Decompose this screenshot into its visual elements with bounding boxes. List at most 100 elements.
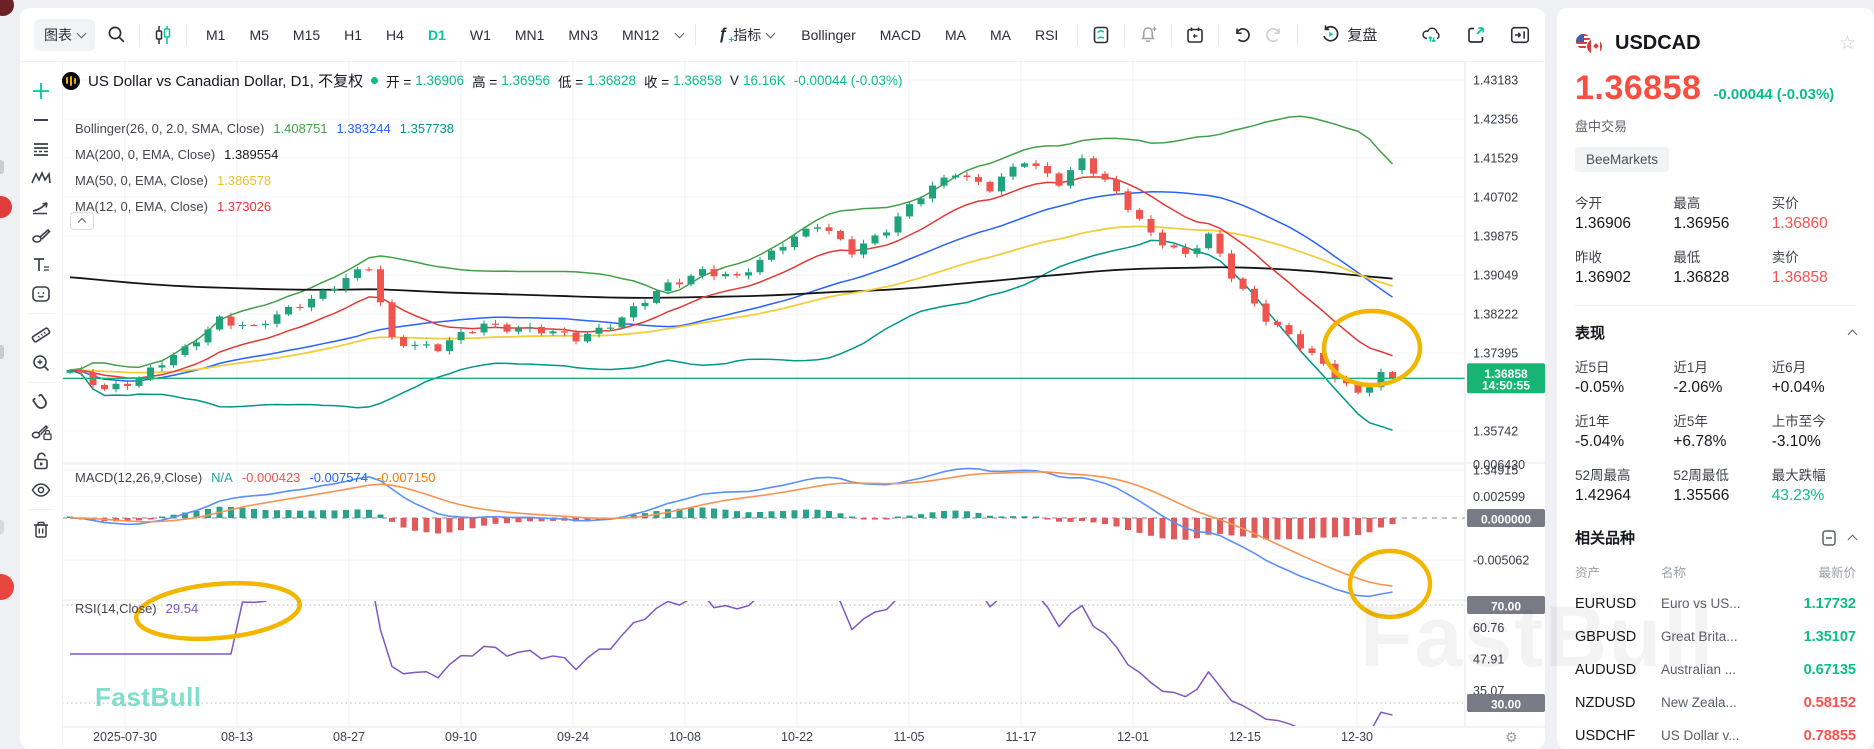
- perf-label: 近6月: [1772, 356, 1856, 376]
- legend-ma12[interactable]: MA(12, 0, EMA, Close) 1.373026: [75, 199, 271, 214]
- collapse-chevron-icon[interactable]: [1848, 534, 1858, 544]
- stat-label: 今开: [1575, 192, 1673, 212]
- perf-value: 1.35566: [1673, 487, 1771, 505]
- name: Australian ...: [1661, 662, 1778, 677]
- ruler-tool-icon[interactable]: [26, 319, 56, 348]
- perf-value: +0.04%: [1772, 379, 1856, 397]
- redo-icon[interactable]: [1263, 24, 1285, 46]
- legend-rsi[interactable]: RSI(14,Close) 29.54: [75, 601, 198, 616]
- magnet-tool-icon[interactable]: [26, 388, 56, 417]
- legend-ma200[interactable]: MA(200, 0, EMA, Close) 1.389554: [75, 147, 278, 162]
- timeframe-m5[interactable]: M5: [242, 22, 275, 48]
- collapse-chevron-icon[interactable]: [1848, 329, 1858, 339]
- timeframe-mn1[interactable]: MN1: [508, 22, 552, 48]
- external-link-icon[interactable]: [1465, 24, 1487, 46]
- indicator-shortcut-bollinger[interactable]: Bollinger: [794, 22, 862, 48]
- timeframe-m15[interactable]: M15: [286, 22, 327, 48]
- alert-bell-icon[interactable]: [1137, 24, 1159, 46]
- stat-label: 卖价: [1772, 246, 1856, 266]
- legend-macd[interactable]: MACD(12,26,9,Close) N/A -0.000423 -0.007…: [75, 470, 436, 485]
- indicator-shortcut-ma2[interactable]: MA: [983, 22, 1018, 48]
- timeframe-m1[interactable]: M1: [199, 22, 232, 48]
- usdcad-flags-icon: [1575, 33, 1605, 55]
- col-last-price: 最新价: [1778, 562, 1856, 581]
- svg-text:1.39875: 1.39875: [1473, 230, 1518, 244]
- zoom-in-tool-icon[interactable]: [26, 348, 56, 377]
- timeframe-mn12[interactable]: MN12: [615, 22, 666, 48]
- drawing-tools-sidebar: [20, 62, 63, 749]
- favorite-star-icon[interactable]: ☆: [1839, 32, 1856, 55]
- legend-collapse-button[interactable]: [70, 212, 94, 230]
- indicator-shortcut-rsi[interactable]: RSI: [1028, 22, 1065, 48]
- price: 1.35107: [1778, 629, 1856, 645]
- stat-value: 1.36828: [1673, 269, 1771, 287]
- sticker-tool-icon[interactable]: [26, 279, 56, 308]
- timeframe-h4[interactable]: H4: [379, 22, 411, 48]
- divider: [28, 382, 54, 383]
- svg-text:10-08: 10-08: [669, 730, 701, 744]
- svg-text:1.41529: 1.41529: [1473, 152, 1518, 166]
- annotation-ellipse: [1350, 551, 1430, 617]
- bollinger-label: Bollinger(26, 0, 2.0, SMA, Close): [75, 121, 264, 136]
- list-panel-icon[interactable]: [1821, 529, 1837, 547]
- timeframe-w1[interactable]: W1: [463, 22, 498, 48]
- svg-text:1.40702: 1.40702: [1473, 191, 1518, 205]
- related-row-usdchf[interactable]: USDCHF US Dollar v... 0.78855: [1575, 719, 1856, 749]
- cloud-sync-icon[interactable]: [1421, 24, 1443, 46]
- perf-value: +6.78%: [1673, 433, 1771, 451]
- hide-drawings-eye-icon[interactable]: [26, 475, 56, 504]
- open-label: 开 =: [386, 71, 411, 91]
- indicators-menu[interactable]: ƒ+ 指标: [708, 19, 784, 51]
- replay-button[interactable]: 复盘: [1310, 18, 1387, 51]
- close-value: 1.36858: [673, 73, 722, 88]
- unlock-tool-icon[interactable]: [26, 446, 56, 475]
- delete-drawings-trash-icon[interactable]: [26, 515, 56, 544]
- timeframe-h1[interactable]: H1: [337, 22, 369, 48]
- chevron-down-icon: [77, 28, 87, 38]
- close-label: 收 =: [644, 71, 669, 91]
- broker-badge[interactable]: BeeMarkets: [1575, 147, 1669, 172]
- arrow-tool-icon[interactable]: [26, 192, 56, 221]
- chart-title[interactable]: US Dollar vs Canadian Dollar, D1, 不复权: [88, 70, 363, 91]
- exit-fullscreen-icon[interactable]: [1509, 24, 1531, 46]
- macd-na-value: N/A: [211, 470, 233, 485]
- svg-text:-0.005062: -0.005062: [1473, 554, 1529, 568]
- related-section-title: 相关品种: [1575, 527, 1635, 548]
- indicator-shortcut-macd[interactable]: MACD: [873, 22, 928, 48]
- layout-panels-icon[interactable]: [1090, 24, 1112, 46]
- related-row-eurusd[interactable]: EURUSD Euro vs US... 1.17732: [1575, 587, 1856, 620]
- compare-symbol-icon[interactable]: [152, 24, 174, 46]
- timeframes-chevron-icon[interactable]: [675, 28, 685, 38]
- chart-settings-gear-icon[interactable]: ⚙: [1505, 729, 1518, 745]
- lock-drawings-brush-icon[interactable]: [26, 417, 56, 446]
- crosshair-tool-icon[interactable]: [26, 76, 56, 105]
- calendar-icon[interactable]: [1184, 24, 1206, 46]
- perf-label: 52周最低: [1673, 464, 1771, 484]
- ma12-label: MA(12, 0, EMA, Close): [75, 199, 208, 214]
- perf-label: 上市至今: [1772, 410, 1856, 430]
- undo-icon[interactable]: [1231, 24, 1253, 46]
- pattern-tool-icon[interactable]: [26, 163, 56, 192]
- timeframe-d1-active[interactable]: D1: [421, 22, 453, 48]
- symbol: NZDUSD: [1575, 695, 1661, 711]
- divider: [186, 24, 187, 46]
- legend-bollinger[interactable]: Bollinger(26, 0, 2.0, SMA, Close) 1.4087…: [75, 121, 454, 136]
- timeframe-mn3[interactable]: MN3: [561, 22, 605, 48]
- replay-icon: [1320, 24, 1341, 45]
- indicator-shortcut-ma[interactable]: MA: [938, 22, 973, 48]
- text-tool-icon[interactable]: [26, 250, 56, 279]
- fib-lines-tool-icon[interactable]: [26, 134, 56, 163]
- fastbull-logo: FastBull: [95, 682, 202, 713]
- macd-signal-value: -0.007150: [377, 470, 436, 485]
- related-row-gbpusd[interactable]: GBPUSD Great Brita... 1.35107: [1575, 620, 1856, 653]
- perf-value: -5.04%: [1575, 433, 1673, 451]
- related-row-nzdusd[interactable]: NZDUSD New Zeala... 0.58152: [1575, 686, 1856, 719]
- related-row-audusd[interactable]: AUDUSD Australian ... 0.67135: [1575, 653, 1856, 686]
- legend-ma50[interactable]: MA(50, 0, EMA, Close) 1.386578: [75, 173, 271, 188]
- brush-tool-icon[interactable]: [26, 221, 56, 250]
- chart-type-menu[interactable]: 图表: [34, 19, 95, 51]
- name: Euro vs US...: [1661, 596, 1778, 611]
- sidebar-price: 1.36858: [1575, 69, 1701, 108]
- search-icon[interactable]: [105, 24, 127, 46]
- trendline-tool-icon[interactable]: [26, 105, 56, 134]
